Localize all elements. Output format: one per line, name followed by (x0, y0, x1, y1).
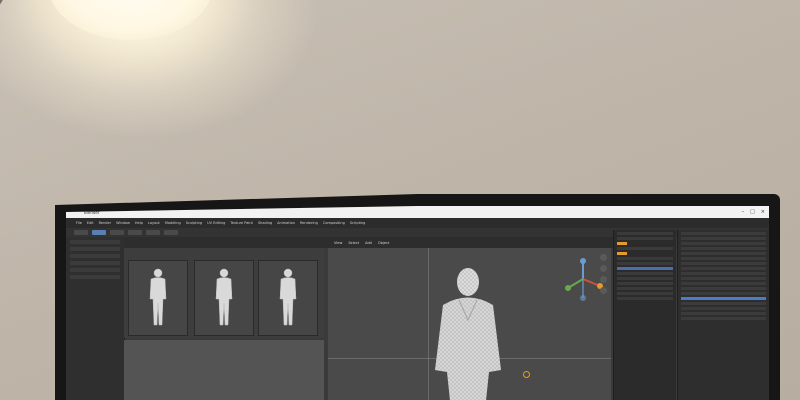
toolbar-button[interactable] (128, 230, 142, 235)
property-row[interactable] (681, 252, 766, 255)
property-row[interactable] (681, 282, 766, 285)
workspace-tab[interactable]: UV Editing (207, 221, 225, 225)
viewport-nav-buttons (600, 254, 608, 294)
3d-viewport[interactable] (328, 248, 611, 400)
panel-row[interactable] (70, 268, 120, 272)
property-row[interactable] (681, 277, 766, 280)
property-row[interactable] (681, 242, 766, 245)
properties-panel (677, 230, 769, 400)
timeline-panel (124, 340, 324, 400)
workspace-tab[interactable]: Scripting (350, 221, 366, 225)
outliner-item[interactable] (617, 257, 673, 260)
menu-item[interactable]: Window (116, 221, 130, 225)
property-row[interactable] (681, 262, 766, 265)
maximize-icon[interactable]: □ (750, 209, 755, 215)
property-row[interactable] (681, 272, 766, 275)
workspace-tab[interactable]: Animation (277, 221, 295, 225)
workspace-tab[interactable]: Compositing (323, 221, 345, 225)
viewport-menu-select[interactable]: Select (348, 241, 359, 245)
toolbar-button[interactable] (110, 230, 124, 235)
toolbar-button[interactable] (164, 230, 178, 235)
thumbnail-panel-header (124, 237, 330, 248)
outliner-item[interactable] (617, 292, 673, 295)
property-row[interactable] (681, 312, 766, 315)
workspace-tab[interactable]: Layout (148, 221, 160, 225)
workspace-tab[interactable]: Sculpting (186, 221, 202, 225)
outliner-item-selected[interactable] (617, 242, 627, 245)
outliner-item[interactable] (617, 277, 673, 280)
photo-scene: Blender – □ × File Edit Render Window He… (0, 0, 800, 400)
outliner-item[interactable] (617, 232, 673, 235)
viewport-header: View Select Add Object (328, 237, 617, 248)
scan-thumbnail[interactable] (258, 260, 318, 336)
menu-item[interactable]: Edit (87, 221, 94, 225)
menu-item[interactable]: File (76, 221, 82, 225)
app-menubar: File Edit Render Window Help Layout Mode… (66, 218, 769, 228)
outliner-item[interactable] (617, 282, 673, 285)
workspace-tab[interactable]: Texture Paint (230, 221, 253, 225)
window-controls: – □ × (742, 209, 765, 215)
panel-row[interactable] (70, 275, 120, 279)
outliner-item[interactable] (617, 297, 673, 300)
file-browser-panel (66, 237, 125, 400)
outliner-item-selected[interactable] (617, 252, 627, 255)
panel-row[interactable] (70, 247, 120, 251)
outliner-item[interactable] (617, 287, 673, 290)
grid-icon[interactable] (600, 287, 607, 294)
panel-row[interactable] (70, 240, 120, 244)
outliner-item[interactable] (617, 247, 673, 250)
pan-icon[interactable] (600, 265, 607, 272)
person-figure-icon (149, 268, 167, 326)
outliner-panel (613, 230, 676, 400)
menu-item[interactable]: Render (99, 221, 111, 225)
menu-item[interactable]: Help (135, 221, 143, 225)
zoom-icon[interactable] (600, 254, 607, 261)
outliner-item-active[interactable] (617, 267, 673, 270)
3d-cursor-icon[interactable] (523, 371, 530, 378)
toolbar-button-active[interactable] (92, 230, 106, 235)
minimize-icon[interactable]: – (742, 209, 745, 215)
property-row[interactable] (681, 232, 766, 235)
property-row[interactable] (681, 287, 766, 290)
workspace-tab[interactable]: Rendering (300, 221, 318, 225)
monitor-screen: Blender – □ × File Edit Render Window He… (66, 206, 769, 400)
property-row[interactable] (681, 247, 766, 250)
property-row[interactable] (681, 292, 766, 295)
person-figure-icon (215, 268, 233, 326)
outliner-item[interactable] (617, 262, 673, 265)
property-row[interactable] (681, 237, 766, 240)
person-figure-icon (279, 268, 297, 326)
property-row[interactable] (681, 317, 766, 320)
camera-icon[interactable] (600, 276, 607, 283)
viewport-menu-object[interactable]: Object (378, 241, 389, 245)
property-row[interactable] (681, 267, 766, 270)
property-row[interactable] (681, 307, 766, 310)
toolbar-button[interactable] (146, 230, 160, 235)
workspace-tab[interactable]: Shading (258, 221, 272, 225)
viewport-menu-view[interactable]: View (334, 241, 342, 245)
panel-row[interactable] (70, 261, 120, 265)
outliner-item[interactable] (617, 237, 673, 240)
outliner-item[interactable] (617, 272, 673, 275)
panel-row[interactable] (70, 254, 120, 258)
property-row-selected[interactable] (681, 297, 766, 300)
property-row[interactable] (681, 302, 766, 305)
toolbar-button[interactable] (74, 230, 88, 235)
property-row[interactable] (681, 257, 766, 260)
scan-thumbnail[interactable] (128, 260, 188, 336)
scanned-person-mesh (435, 268, 501, 400)
workspace-tab[interactable]: Modeling (165, 221, 181, 225)
close-icon[interactable]: × (761, 209, 765, 215)
viewport-menu-add[interactable]: Add (365, 241, 372, 245)
scan-thumbnail[interactable] (194, 260, 254, 336)
